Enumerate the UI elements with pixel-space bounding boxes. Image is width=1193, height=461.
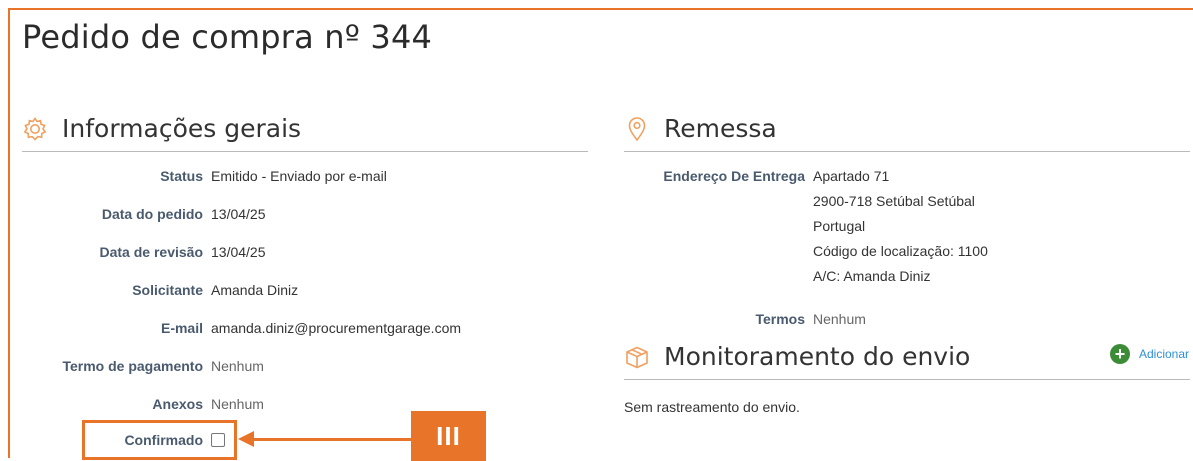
status-label: Status xyxy=(160,168,203,184)
status-row: Status Emitido - Enviado por e-mail xyxy=(0,166,387,186)
delivery-address-label: Endereço De Entrega xyxy=(663,168,805,184)
order-date-value: 13/04/25 xyxy=(211,206,266,222)
requester-row: Solicitante Amanda Diniz xyxy=(0,280,298,300)
status-value: Emitido - Enviado por e-mail xyxy=(211,168,387,184)
address-line: A/C: Amanda Diniz xyxy=(813,268,931,284)
email-row: E-mail amanda.diniz@procurementgarage.co… xyxy=(0,318,461,338)
requester-label: Solicitante xyxy=(132,282,203,298)
revision-date-value: 13/04/25 xyxy=(211,244,266,260)
address-line: 2900-718 Setúbal Setúbal xyxy=(813,193,975,209)
add-tracking-label: Adicionar xyxy=(1138,347,1189,361)
terms-label: Termos xyxy=(755,311,805,327)
email-label: E-mail xyxy=(160,320,203,336)
shipment-header: Remessa xyxy=(624,112,1190,152)
email-value: amanda.diniz@procurementgarage.com xyxy=(211,320,462,336)
delivery-address-value: Apartado 71 2900-718 Setúbal Setúbal Por… xyxy=(813,164,988,289)
location-pin-icon xyxy=(624,116,650,142)
gear-icon xyxy=(22,116,48,142)
payment-term-label: Termo de pagamento xyxy=(62,358,203,374)
no-tracking-text: Sem rastreamento do envio. xyxy=(624,399,800,415)
confirmed-highlight-box xyxy=(82,420,237,460)
order-date-row: Data do pedido 13/04/25 xyxy=(0,204,266,224)
package-icon xyxy=(624,344,650,370)
shipment-title: Remessa xyxy=(664,114,777,143)
address-line: Código de localização: 1100 xyxy=(813,243,988,259)
tracking-header: Monitoramento do envio xyxy=(624,340,1190,380)
page-frame xyxy=(8,8,1193,458)
attachments-value: Nenhum xyxy=(211,396,264,412)
order-date-label: Data do pedido xyxy=(101,206,203,222)
address-line: Apartado 71 xyxy=(813,168,890,184)
page-title: Pedido de compra nº 344 xyxy=(22,18,433,56)
plus-icon: + xyxy=(1109,344,1130,364)
revision-date-label: Data de revisão xyxy=(99,244,204,260)
general-info-header: Informações gerais xyxy=(22,112,588,152)
add-tracking-button[interactable]: + Adicionar xyxy=(1109,344,1189,364)
revision-date-row: Data de revisão 13/04/25 xyxy=(0,242,266,262)
attachments-row: Anexos Nenhum xyxy=(0,394,264,414)
delivery-address-row: Endereço De Entrega Apartado 71 2900-718… xyxy=(624,164,988,289)
annotation-marker: III xyxy=(411,411,486,461)
payment-term-row: Termo de pagamento Nenhum xyxy=(0,356,264,376)
tracking-title: Monitoramento do envio xyxy=(664,342,971,371)
requester-value: Amanda Diniz xyxy=(211,282,299,298)
attachments-label: Anexos xyxy=(152,396,203,412)
terms-row: Termos Nenhum xyxy=(624,309,866,329)
arrow-line xyxy=(252,438,412,441)
terms-value: Nenhum xyxy=(813,311,866,327)
payment-term-value: Nenhum xyxy=(211,358,264,374)
general-info-title: Informações gerais xyxy=(62,114,302,143)
address-line: Portugal xyxy=(813,218,866,234)
